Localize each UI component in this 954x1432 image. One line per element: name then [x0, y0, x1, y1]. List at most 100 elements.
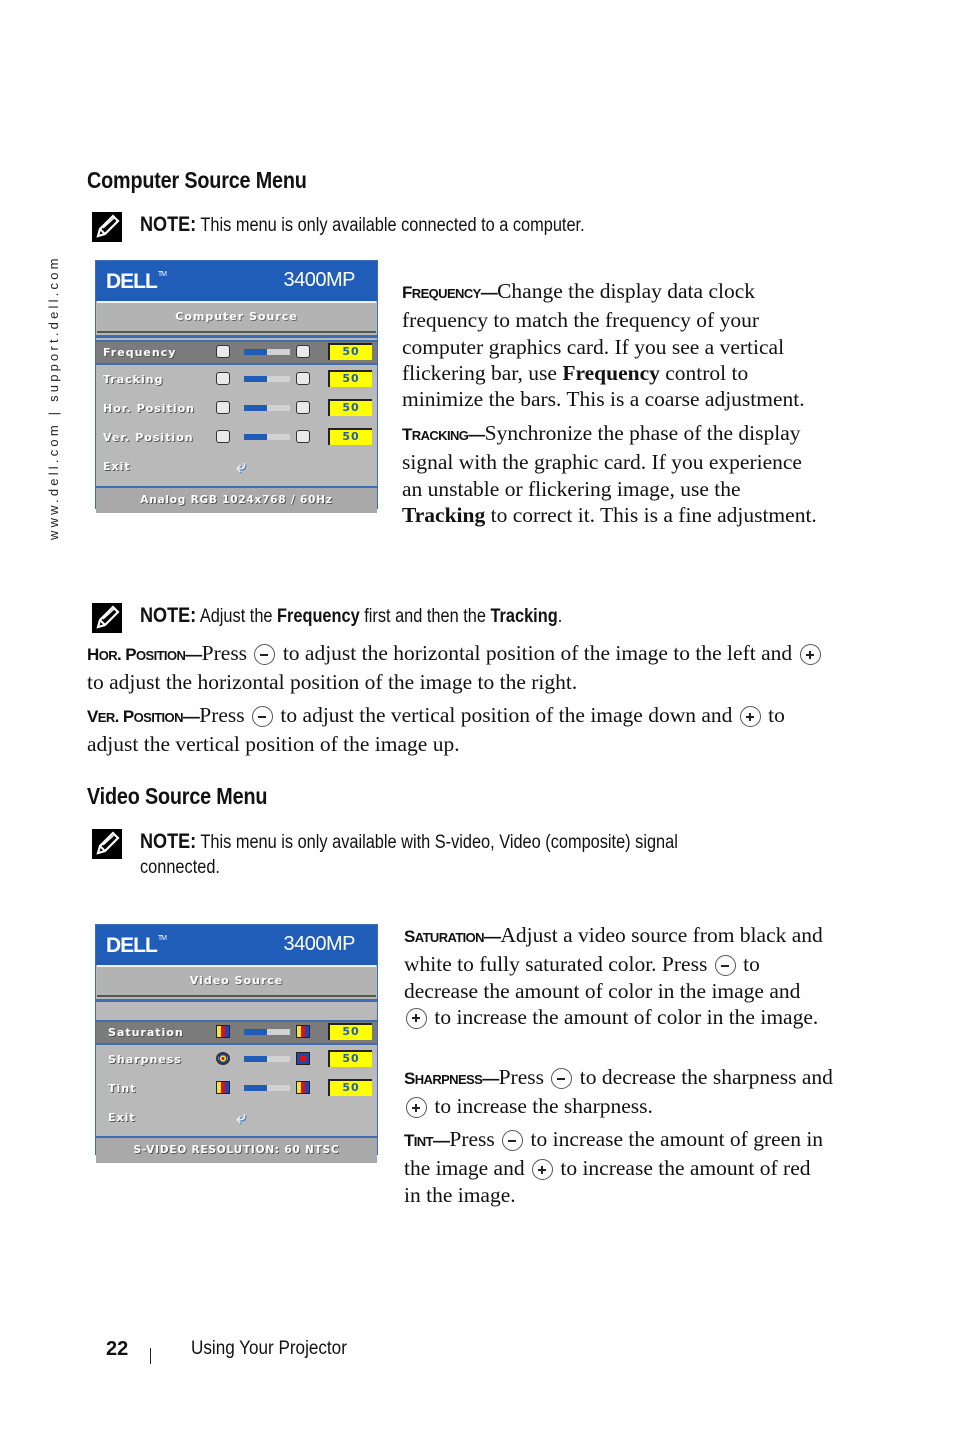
sharpness-term: SHARPNESS [404, 1069, 483, 1088]
model-name: 3400MP [283, 269, 356, 291]
osd-slider-fill [244, 1085, 267, 1091]
osd-value-box: 50 [328, 1079, 372, 1096]
footer-divider [150, 1348, 151, 1364]
osd-slider-fill [244, 434, 267, 440]
note-label: NOTE: [140, 213, 197, 236]
note-text: This menu is only available connected to… [196, 215, 585, 236]
minus-button-icon [714, 955, 736, 977]
hor-position-term: HOR. POSITION [87, 645, 186, 664]
osd-slider-fill [244, 349, 267, 355]
osd-row-label: Hor. Position [103, 402, 195, 415]
osd-value-box: 50 [328, 428, 372, 445]
osd-row-sharpness[interactable]: Sharpness 50 [96, 1045, 377, 1074]
osd-exit-row[interactable]: Exit ⤶ [96, 452, 377, 481]
dell-logo: DELLTM [106, 270, 167, 293]
tint-term: TINT [404, 1131, 434, 1150]
osd-exit-label: Exit [108, 1111, 136, 1124]
minus-button-icon [502, 1130, 524, 1151]
tracking-term: TRACKING [402, 425, 469, 444]
frequency-minus-icon [216, 345, 230, 358]
tint-description: TINT—Press to increase the amount of gre… [404, 1127, 824, 1207]
side-url: www.dell.com | support.dell.com [46, 255, 61, 540]
osd-row-hor-position[interactable]: Hor. Position 50 [96, 394, 377, 423]
move-right-icon [296, 401, 310, 414]
minus-button-icon [254, 644, 276, 665]
move-down-icon [216, 430, 230, 443]
computer-source-osd: DELLTM 3400MP Computer Source Frequency 5… [95, 260, 378, 513]
frequency-plus-icon [296, 345, 310, 358]
osd-value-box: 50 [328, 370, 372, 387]
hor-position-description: HOR. POSITION—Press to adjust the horizo… [87, 640, 827, 696]
saturation-term: SATURATION [404, 927, 485, 946]
osd-slider-fill [244, 1056, 267, 1062]
return-arrow-icon: ⤶ [236, 457, 247, 477]
osd-row-frequency[interactable]: Frequency 50 [96, 340, 377, 365]
osd-title: Video Source [97, 965, 376, 997]
osd-slider-fill [244, 405, 267, 411]
video-source-osd: DELLTM 3400MP Video Source Saturation 50 S… [95, 924, 378, 1163]
tint-plus-icon [296, 1081, 310, 1094]
minus-button-icon [252, 706, 274, 727]
osd-slider[interactable] [244, 1056, 290, 1062]
osd-separator [96, 999, 377, 1002]
osd-slider[interactable] [244, 376, 290, 382]
tracking-minus-icon [216, 372, 230, 385]
osd-row-tint[interactable]: Tint 50 [96, 1074, 377, 1103]
pencil-note-icon [92, 212, 122, 242]
osd-value-box: 50 [328, 1023, 372, 1040]
osd-value-box: 50 [328, 343, 372, 360]
pencil-note-icon [92, 603, 122, 633]
osd-slider[interactable] [244, 1029, 290, 1035]
osd-slider-fill [244, 1029, 267, 1035]
osd-value-box: 50 [328, 399, 372, 416]
osd-title: Computer Source [97, 301, 376, 333]
osd-row-label: Ver. Position [103, 431, 194, 444]
osd-header: DELLTM 3400MP [96, 261, 377, 301]
plus-button-icon [531, 1159, 553, 1181]
osd-exit-row[interactable]: Exit ⤶ [96, 1103, 377, 1132]
osd-value-box: 50 [328, 1050, 372, 1067]
osd-slider[interactable] [244, 1085, 290, 1091]
plus-button-icon [406, 1097, 427, 1119]
dell-logo: DELLTM [106, 934, 167, 957]
osd-row-ver-position[interactable]: Ver. Position 50 [96, 423, 377, 452]
saturation-description: SATURATION—Adjust a video source from bl… [404, 923, 823, 1029]
saturation-plus-icon [296, 1025, 310, 1038]
osd-row-saturation[interactable]: Saturation 50 [96, 1020, 377, 1045]
computer-source-heading: Computer Source Menu [87, 167, 307, 193]
osd-header: DELLTM 3400MP [96, 925, 377, 965]
ver-position-description: VER. POSITION—Press to adjust the vertic… [87, 703, 785, 757]
sharpness-low-icon [216, 1052, 230, 1065]
osd-slider[interactable] [244, 349, 290, 355]
return-arrow-icon: ⤶ [236, 1108, 247, 1128]
pencil-note-icon [92, 829, 122, 859]
osd-row-label: Sharpness [108, 1053, 182, 1066]
move-left-icon [216, 401, 230, 414]
osd-slider[interactable] [244, 405, 290, 411]
osd-exit-label: Exit [103, 460, 131, 473]
tracking-description: TRACKING—Synchronize the phase of the di… [402, 421, 817, 527]
plus-button-icon [799, 644, 821, 665]
osd-row-label: Tint [108, 1082, 137, 1095]
plus-button-icon [406, 1007, 427, 1029]
osd-row-label: Tracking [103, 373, 164, 386]
osd-slider[interactable] [244, 434, 290, 440]
osd-row-label: Saturation [108, 1026, 184, 1039]
frequency-term: FREQUENCY [402, 283, 481, 302]
osd-row-tracking[interactable]: Tracking 50 [96, 365, 377, 394]
osd-status: S-VIDEO RESOLUTION: 60 NTSC [96, 1136, 377, 1163]
saturation-minus-icon [216, 1025, 230, 1038]
chapter-title: Using Your Projector [191, 1338, 347, 1359]
ver-position-term: VER. POSITION [87, 707, 183, 726]
tracking-plus-icon [296, 372, 310, 385]
plus-button-icon [739, 706, 761, 727]
osd-row-label: Frequency [103, 346, 177, 359]
osd-slider-fill [244, 376, 267, 382]
video-source-heading: Video Source Menu [87, 783, 268, 809]
sharpness-description: SHARPNESS—Press to decrease the sharpnes… [404, 1065, 833, 1119]
move-up-icon [296, 430, 310, 443]
frequency-description: FREQUENCY—Change the display data clock … [402, 279, 805, 412]
osd-separator [96, 335, 377, 338]
sharpness-high-icon [296, 1052, 310, 1065]
minus-button-icon [551, 1068, 573, 1089]
